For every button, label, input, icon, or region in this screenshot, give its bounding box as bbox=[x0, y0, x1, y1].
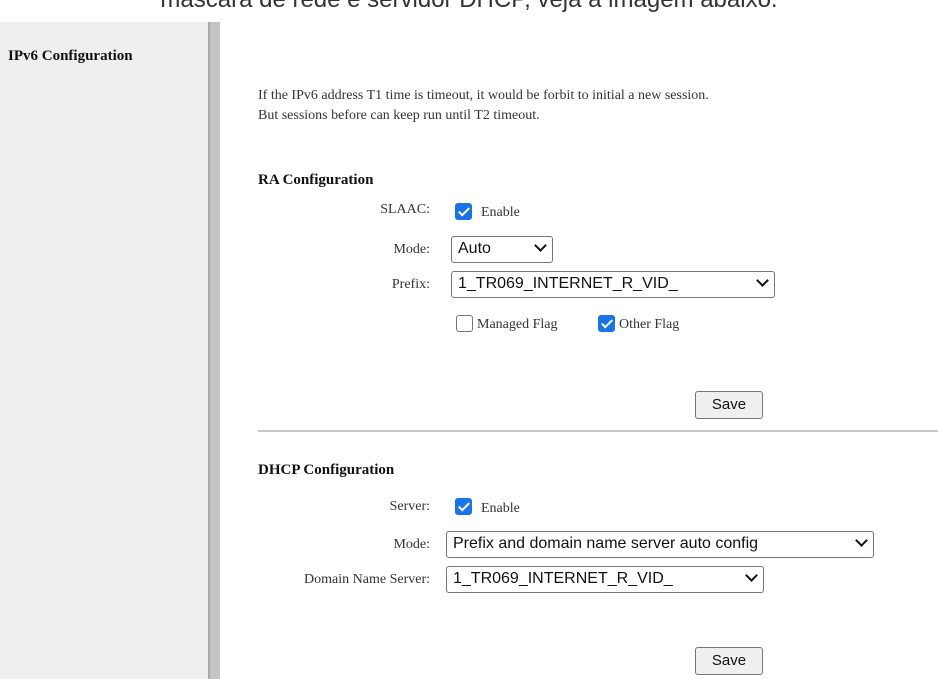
sidebar bbox=[0, 22, 208, 679]
ra-configuration-title: RA Configuration bbox=[258, 172, 374, 188]
domain-name-server-select[interactable]: 1_TR069_INTERNET_R_VID_ bbox=[446, 566, 764, 593]
slaac-label: SLAAC: bbox=[380, 202, 430, 217]
dhcp-mode-select[interactable]: Prefix and domain name server auto confi… bbox=[446, 531, 874, 558]
slaac-enable-checkbox[interactable] bbox=[455, 203, 472, 220]
dhcp-server-label: Server: bbox=[389, 499, 430, 514]
dhcp-save-button[interactable]: Save bbox=[695, 647, 763, 675]
timeout-note-line-1: If the IPv6 address T1 time is timeout, … bbox=[258, 88, 709, 103]
chevron-down-icon bbox=[534, 239, 547, 252]
domain-name-server-value: 1_TR069_INTERNET_R_VID_ bbox=[453, 570, 673, 587]
ra-mode-value: Auto bbox=[458, 240, 491, 257]
timeout-note-line-2: But sessions before can keep run until T… bbox=[258, 108, 540, 123]
dhcp-server-enable-text: Enable bbox=[481, 501, 520, 516]
chevron-down-icon bbox=[855, 534, 868, 547]
chevron-down-icon bbox=[756, 274, 769, 287]
section-divider bbox=[258, 430, 938, 432]
dhcp-server-enable-checkbox[interactable] bbox=[455, 498, 472, 515]
prefix-label: Prefix: bbox=[391, 277, 430, 292]
dhcp-mode-value: Prefix and domain name server auto confi… bbox=[453, 535, 759, 552]
sidebar-title[interactable]: IPv6 Configuration bbox=[8, 48, 133, 65]
ra-mode-label: Mode: bbox=[393, 242, 430, 257]
domain-name-server-label: Domain Name Server: bbox=[304, 572, 430, 587]
prefix-value: 1_TR069_INTERNET_R_VID_ bbox=[458, 275, 678, 292]
dhcp-mode-label: Mode: bbox=[393, 537, 430, 552]
sidebar-divider[interactable] bbox=[208, 22, 220, 679]
ra-mode-select[interactable]: Auto bbox=[451, 236, 553, 263]
other-flag-text: Other Flag bbox=[619, 317, 680, 332]
managed-flag-text: Managed Flag bbox=[477, 317, 558, 332]
dhcp-configuration-title: DHCP Configuration bbox=[258, 462, 395, 478]
page-caption: máscara de rede e servidor DHCP, veja a … bbox=[0, 0, 938, 14]
managed-flag-checkbox[interactable] bbox=[456, 315, 473, 332]
chevron-down-icon bbox=[745, 569, 758, 582]
other-flag-checkbox[interactable] bbox=[598, 315, 615, 332]
slaac-enable-text: Enable bbox=[481, 205, 520, 220]
ra-save-button[interactable]: Save bbox=[695, 391, 763, 419]
prefix-select[interactable]: 1_TR069_INTERNET_R_VID_ bbox=[451, 271, 775, 298]
